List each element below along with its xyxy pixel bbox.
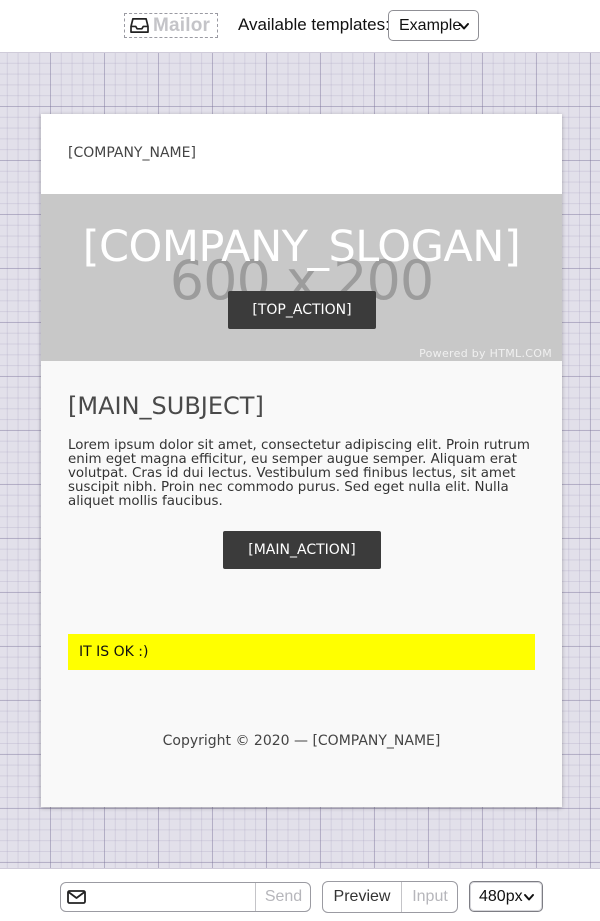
body-text: Lorem ipsum dolor sit amet, consectetur … — [68, 438, 530, 509]
notice-text: IT IS OK :) — [79, 644, 149, 660]
company-slogan: [COMPANY_SLOGAN] — [82, 222, 521, 272]
send-group: Send — [60, 882, 311, 912]
template-select[interactable]: Example — [388, 10, 479, 41]
powered-by-text: Powered by HTML.COM — [419, 347, 552, 360]
hero-banner: 600 x 200 [COMPANY_SLOGAN] [TOP_ACTION] … — [41, 194, 562, 361]
top-toolbar: Mailor Available templates: Example — [0, 0, 600, 53]
input-button[interactable]: Input — [401, 882, 457, 912]
chevron-down-icon — [524, 894, 534, 901]
bottom-toolbar: Send Preview Input 480px — [0, 868, 600, 921]
send-button[interactable]: Send — [255, 883, 310, 911]
top-action-button[interactable]: [TOP_ACTION] — [228, 291, 376, 329]
chevron-down-icon — [459, 23, 469, 30]
app-logo: Mailor — [124, 13, 218, 38]
view-mode-toggle: Preview Input — [322, 881, 458, 913]
width-select[interactable]: 480px — [469, 881, 543, 912]
envelope-icon — [67, 890, 86, 904]
notice-banner: IT IS OK :) — [68, 634, 535, 670]
copyright-text: Copyright © 2020 — [COMPANY_NAME] — [162, 733, 441, 749]
email-header: [COMPANY_NAME] — [41, 114, 562, 194]
template-select-value: Example — [399, 16, 462, 34]
email-preview: [COMPANY_NAME] 600 x 200 [COMPANY_SLOGAN… — [41, 114, 562, 807]
templates-label: Available templates: — [238, 15, 390, 34]
email-input[interactable] — [91, 883, 254, 911]
preview-button[interactable]: Preview — [323, 882, 401, 912]
inbox-tray-icon — [130, 18, 149, 33]
company-name: [COMPANY_NAME] — [68, 145, 196, 161]
main-subject: [MAIN_SUBJECT] — [68, 392, 264, 420]
width-select-value: 480px — [479, 887, 523, 905]
main-action-button[interactable]: [MAIN_ACTION] — [223, 531, 381, 569]
app-name: Mailor — [153, 14, 211, 36]
